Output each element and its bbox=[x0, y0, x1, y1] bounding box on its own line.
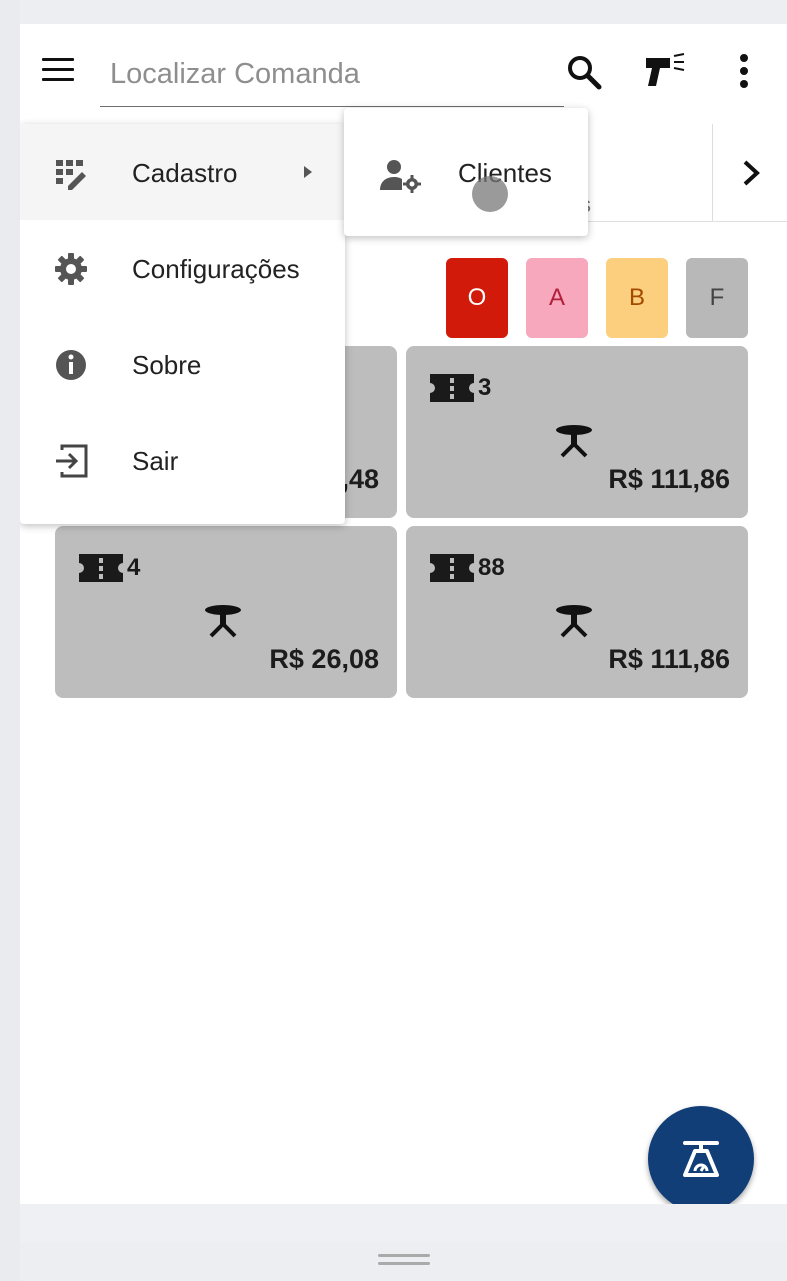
filter-chip-label: B bbox=[628, 284, 645, 311]
card-price: ,48 bbox=[341, 464, 379, 494]
search-input[interactable] bbox=[100, 42, 564, 107]
filter-chip-label: F bbox=[709, 284, 725, 311]
chevron-right-icon[interactable] bbox=[712, 124, 787, 221]
left-rail bbox=[0, 0, 20, 1281]
submenu-item-clientes[interactable]: Clientes bbox=[344, 108, 588, 236]
logout-icon bbox=[56, 444, 88, 478]
touch-ripple bbox=[472, 176, 508, 212]
main-menu: Cadastro Configurações Sobre Sair bbox=[20, 124, 345, 524]
filter-chip-b[interactable]: B bbox=[606, 258, 668, 338]
menu-item-label: Cadastro bbox=[132, 158, 238, 188]
table-icon bbox=[203, 604, 243, 643]
filter-chip-a[interactable]: A bbox=[526, 258, 588, 338]
menu-item-sobre[interactable]: Sobre bbox=[20, 316, 345, 412]
comanda-card[interactable]: 4 R$ 26,08 bbox=[55, 526, 397, 698]
menu-item-label: Sair bbox=[132, 446, 179, 476]
ticket-icon bbox=[79, 554, 123, 582]
more-vert-icon[interactable] bbox=[732, 52, 756, 92]
comanda-card[interactable]: 3 R$ 111,86 bbox=[406, 346, 748, 518]
settings-icon bbox=[55, 253, 87, 285]
filter-chip-label: O bbox=[467, 284, 487, 311]
card-price: R$ 26,08 bbox=[269, 644, 379, 674]
drag-handle[interactable] bbox=[378, 1254, 430, 1268]
menu-item-label: Sobre bbox=[132, 350, 202, 380]
caret-right-icon bbox=[304, 166, 312, 178]
menu-item-cadastro[interactable]: Cadastro bbox=[20, 124, 345, 220]
menu-item-configuracoes[interactable]: Configurações bbox=[20, 220, 345, 316]
info-icon bbox=[56, 350, 86, 380]
scale-icon[interactable] bbox=[648, 1106, 754, 1204]
table-icon bbox=[554, 424, 594, 463]
filter-chip-o[interactable]: O bbox=[446, 258, 508, 338]
search-icon[interactable] bbox=[564, 52, 604, 92]
barcode-scanner-icon[interactable] bbox=[642, 52, 690, 92]
dashboard-edit-icon bbox=[56, 160, 86, 190]
hamburger-icon[interactable] bbox=[36, 54, 76, 86]
card-price: R$ 111,86 bbox=[608, 644, 730, 674]
filter-chip-label: A bbox=[548, 284, 565, 311]
ticket-icon bbox=[430, 554, 474, 582]
top-strip bbox=[0, 0, 787, 24]
ticket-icon bbox=[430, 374, 474, 402]
card-price: R$ 111,86 bbox=[608, 464, 730, 494]
menu-item-label: Configurações bbox=[132, 254, 300, 284]
manage-accounts-icon bbox=[380, 160, 421, 193]
filter-chip-f[interactable]: F bbox=[686, 258, 748, 338]
app-window: s O A B F ,48 3 R$ 111,86 4 R$ 26,08 88 bbox=[20, 24, 787, 1204]
comanda-card[interactable]: 88 R$ 111,86 bbox=[406, 526, 748, 698]
card-number: 4 bbox=[79, 554, 140, 582]
table-icon bbox=[554, 604, 594, 643]
card-number: 88 bbox=[430, 554, 505, 582]
menu-item-sair[interactable]: Sair bbox=[20, 412, 345, 508]
card-number: 3 bbox=[430, 374, 491, 402]
